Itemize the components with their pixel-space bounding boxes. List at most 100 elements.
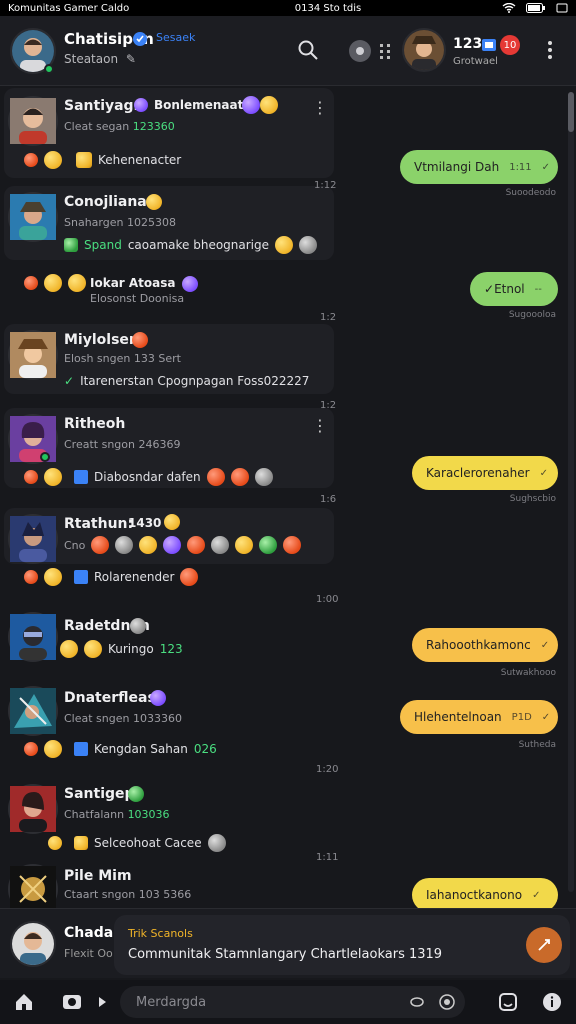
info-icon[interactable] [532,982,572,1022]
chat-list: Santiyagn Bonlemenaat ⋮ Cleat segan 1233… [0,88,576,908]
wifi-icon [502,3,516,13]
chat-preview: Kengdan Sahan 026 [24,740,217,758]
notification-badge[interactable]: 10 [500,35,520,55]
checkbox-icon [74,742,88,756]
pinned-subtitle: Flexit Oo [64,947,113,960]
badge-icon [134,98,148,112]
verified-icon [132,31,148,47]
chat-subtitle: Cleat sngen 1033360 [64,712,182,725]
more-vertical-icon[interactable]: ⋮ [312,416,328,435]
avatar[interactable] [8,96,58,146]
chat-reactions [24,274,86,292]
emoji-icon [283,536,302,554]
camera-icon[interactable] [52,982,92,1022]
emoji-icon [207,834,226,852]
chat-preview: Diabosndar dafen [24,468,273,486]
smile-emoji-icon [44,568,62,586]
chat-name: Rtathun: [64,516,134,532]
emoji-icon [206,468,225,486]
chat-name: Santigep [64,786,135,802]
avatar[interactable] [8,686,58,736]
action-icon[interactable] [526,927,562,963]
pinned-label: Trik Scanols [128,927,193,940]
sticker-icon [76,152,92,168]
chat-subtitle: Cleat segan 123360 [64,120,175,133]
message-bubble[interactable]: Hlehentelnoan P1D ✓ [400,700,558,734]
scrollbar[interactable] [568,92,574,892]
chat-name: Dnaterfleas: [64,690,162,706]
status-bar: Komunitas Gamer Caldo 0134 Sto tdis [0,0,576,16]
chat-name: Pile Mim [64,868,132,884]
sticker-icon[interactable] [488,982,528,1022]
record-icon[interactable] [437,992,457,1012]
chat-subtitle: Ctaart sngon 103 5366 [64,888,192,901]
battery-icon [526,3,546,13]
message-status: Suoodeodo [505,188,556,198]
chat-subtitle: Creatt sngon 246369 [64,438,181,451]
grid-icon[interactable] [372,37,400,65]
chat-preview: Selceohoat Cacee [48,834,226,852]
chat-header: Chatisipen Sesaek Steataon ✎ 123 10 Grot… [0,16,576,86]
fire-icon [24,276,38,290]
play-icon[interactable] [92,982,112,1022]
more-vertical-icon[interactable]: ⋮ [312,98,328,117]
home-icon[interactable] [4,982,44,1022]
emoji-icon [211,536,230,554]
timestamp: 1:20 [316,764,339,775]
avatar[interactable] [8,784,58,834]
message-bubble[interactable]: Vtmilangi Dah 1:11 ✓ [400,150,558,184]
message-status: Sughscbio [509,494,556,504]
emoji-icon [230,468,249,486]
message-input[interactable]: Merdargda [120,986,465,1018]
chat-subtitle: Chatfalann 103036 [64,808,170,821]
emoji-icon [163,536,182,554]
pinned-text: Communitak Stamnlangary Chartlelaokars 1… [128,947,443,962]
chat-preview: ✓ Itarenerstan Cpognpagan Foss022227 [64,374,310,388]
edit-icon[interactable]: ✎ [126,52,136,66]
online-status-dot [44,64,54,74]
fire-icon [24,742,38,756]
chat-name: Miylolsen [64,332,139,348]
smile-emoji-icon [60,640,78,658]
message-status: Sugoooloa [508,310,556,320]
emoji-picker-icon[interactable] [407,992,427,1012]
more-vertical-icon[interactable] [536,36,564,64]
rotate-icon [556,3,568,13]
avatar[interactable] [8,514,58,564]
gem-icon [242,96,260,114]
group-tag: Sesaek [156,31,196,44]
user-avatar[interactable] [402,28,446,72]
chat-tag: 1430 [128,516,162,530]
chat-name: Ritheoh [64,416,126,432]
pinned-message-card[interactable]: Trik Scanols Communitak Stamnlangary Cha… [114,915,570,975]
avatar[interactable] [8,612,58,662]
message-bubble[interactable]: Karaclerorenaher ✓ [412,456,558,490]
record-icon[interactable] [346,37,374,65]
emoji-icon [187,536,206,554]
bottom-bar: Merdargda [0,980,576,1024]
status-icons [448,3,568,13]
smile-emoji-icon [68,274,86,292]
message-bubble[interactable]: Rahooothkamonc ✓ [412,628,558,662]
avatar[interactable] [8,192,58,242]
smile-emoji-icon [44,740,62,758]
fire-icon [24,470,38,484]
chat-subtitle: Elosonst Doonisa [90,292,185,305]
emoji-icon [164,514,180,530]
timestamp: 1:2 [320,312,337,323]
avatar[interactable] [8,414,58,464]
chat-name: Conojlianar [64,194,154,210]
avatar[interactable] [8,330,58,380]
smile-emoji-icon [84,640,102,658]
emoji-icon [254,468,273,486]
sticker-icon [74,836,88,850]
emoji-icon [115,536,134,554]
scrollbar-thumb[interactable] [568,92,574,132]
message-bubble[interactable]: Iahanoctkanono ✓ [412,878,558,908]
checkbox-icon [74,470,88,484]
pinned-avatar[interactable] [10,921,56,967]
check-icon: ✓ [64,374,75,388]
avatar[interactable] [8,864,58,908]
message-bubble[interactable]: ✓ Etnol -- [470,272,558,306]
search-icon[interactable] [294,36,322,64]
